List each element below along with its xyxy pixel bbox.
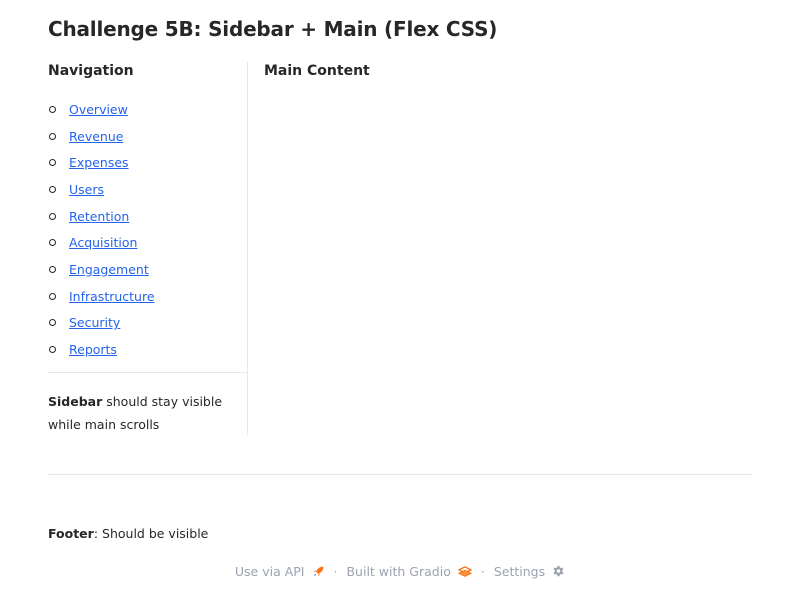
bullet-icon xyxy=(49,132,56,140)
sidebar[interactable]: Navigation Overview Revenue Expenses Use… xyxy=(48,62,248,435)
bullet-icon xyxy=(49,212,56,220)
main-heading: Main Content xyxy=(264,63,370,79)
nav-item-reports: Reports xyxy=(48,336,155,363)
gear-icon xyxy=(553,565,564,577)
built-with-gradio-label: Built with Gradio xyxy=(346,564,451,579)
main-content[interactable]: Main Content xyxy=(264,62,752,435)
nav-list: Overview Revenue Expenses Users Retentio… xyxy=(48,96,155,363)
footer-note: Footer: Should be visible xyxy=(48,526,208,541)
separator-dot: · xyxy=(480,564,485,579)
use-via-api-label: Use via API xyxy=(234,564,305,579)
rocket-icon xyxy=(313,566,323,577)
bullet-icon xyxy=(49,105,56,113)
sidebar-note: Sidebar should stay visible while main s… xyxy=(48,390,244,436)
gradio-footer: Use via API · Built with Gradio · Settin… xyxy=(0,564,800,579)
bullet-icon xyxy=(49,185,56,193)
nav-link-overview[interactable]: Overview xyxy=(69,102,128,117)
nav-link-expenses[interactable]: Expenses xyxy=(69,155,129,170)
nav-item-revenue: Revenue xyxy=(48,123,155,150)
nav-link-infrastructure[interactable]: Infrastructure xyxy=(69,289,155,304)
footer-divider xyxy=(48,474,752,475)
bullet-icon xyxy=(49,346,56,354)
gradio-logo-icon xyxy=(457,565,472,577)
settings-link[interactable]: Settings xyxy=(494,564,565,579)
footer-note-text: : Should be visible xyxy=(93,526,209,541)
bullet-icon xyxy=(49,319,56,327)
settings-label: Settings xyxy=(493,564,546,579)
bullet-icon xyxy=(49,292,56,300)
nav-link-engagement[interactable]: Engagement xyxy=(69,262,149,277)
nav-item-overview: Overview xyxy=(48,96,155,123)
sidebar-divider xyxy=(48,372,247,373)
nav-item-retention: Retention xyxy=(48,203,155,230)
page: Challenge 5B: Sidebar + Main (Flex CSS) … xyxy=(0,0,800,600)
use-via-api-link[interactable]: Use via API xyxy=(235,564,325,579)
bullet-icon xyxy=(49,159,56,167)
nav-item-infrastructure: Infrastructure xyxy=(48,283,155,310)
nav-item-expenses: Expenses xyxy=(48,149,155,176)
built-with-gradio-link[interactable]: Built with Gradio xyxy=(346,564,472,579)
sidebar-heading: Navigation xyxy=(48,63,134,79)
separator-dot: · xyxy=(333,564,338,579)
bullet-icon xyxy=(49,265,56,273)
footer-note-bold: Footer xyxy=(48,526,94,541)
nav-item-acquisition: Acquisition xyxy=(48,229,155,256)
sidebar-note-bold: Sidebar xyxy=(48,394,103,409)
nav-link-acquisition[interactable]: Acquisition xyxy=(69,235,137,250)
nav-link-revenue[interactable]: Revenue xyxy=(69,129,123,144)
nav-link-users[interactable]: Users xyxy=(69,182,104,197)
nav-item-engagement: Engagement xyxy=(48,256,155,283)
nav-link-reports[interactable]: Reports xyxy=(69,342,117,357)
nav-link-security[interactable]: Security xyxy=(69,315,120,330)
bullet-icon xyxy=(49,239,56,247)
nav-item-security: Security xyxy=(48,310,155,337)
nav-link-retention[interactable]: Retention xyxy=(69,209,129,224)
nav-item-users: Users xyxy=(48,176,155,203)
page-title: Challenge 5B: Sidebar + Main (Flex CSS) xyxy=(48,17,498,41)
layout-row: Navigation Overview Revenue Expenses Use… xyxy=(48,62,752,435)
